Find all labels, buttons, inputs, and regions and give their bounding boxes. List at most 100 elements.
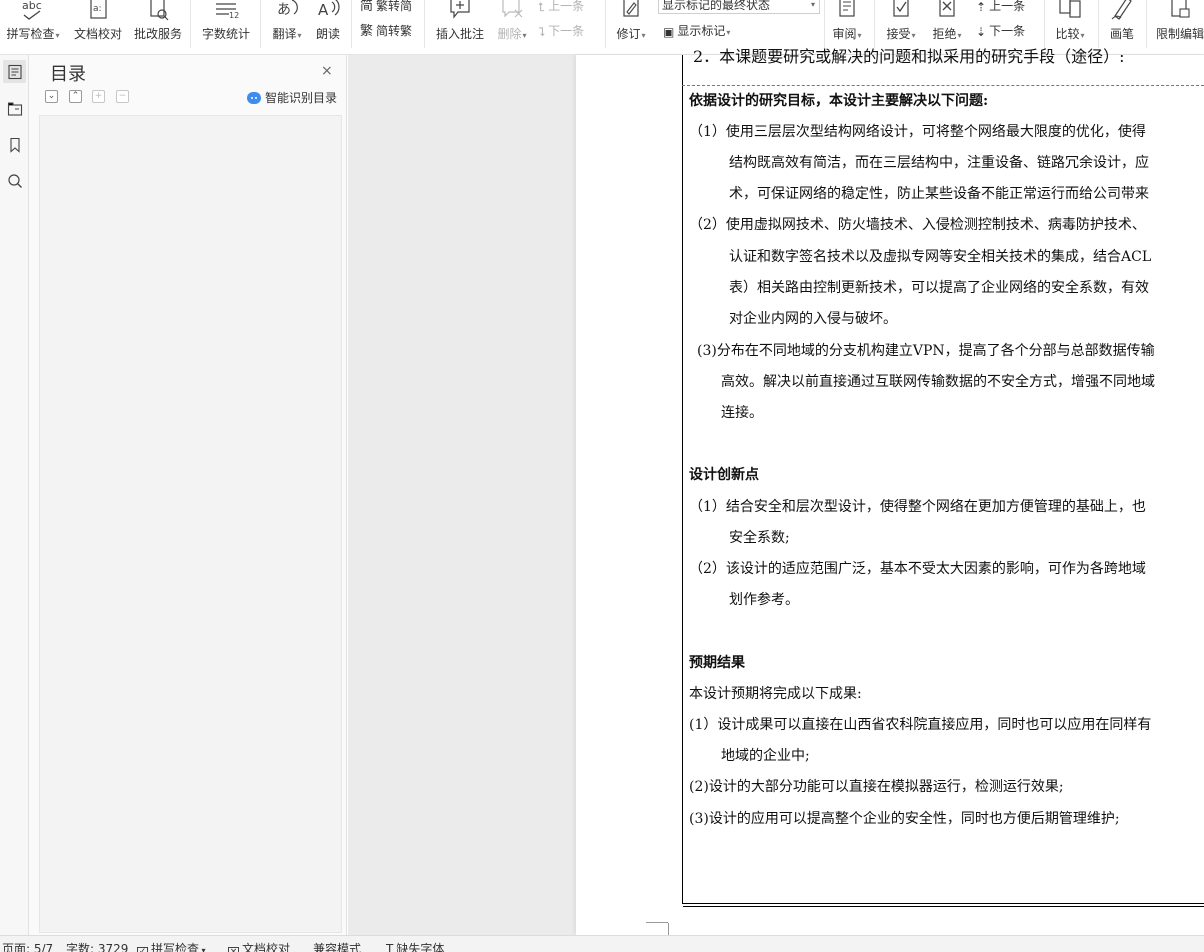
paragraph-line: 术，可保证网络的稳定性，防止某些设备不能正常运行而给公司带来	[729, 186, 1149, 202]
search-nav-button[interactable]	[3, 169, 26, 192]
revise-button[interactable]: 修订▾	[612, 0, 650, 42]
translate-button[interactable]: あ 翻译▾	[267, 0, 307, 42]
paragraph-line: 结构既高效有简洁，而在三层结构中，注重设备、链路冗余设计，应	[729, 155, 1149, 171]
page-corner-mark	[646, 922, 669, 935]
paragraph-line: 高效。解决以前直接通过互联网传输数据的不安全方式，增强不同地域	[721, 374, 1155, 390]
paragraph-line: 安全系数;	[729, 530, 790, 546]
subheading: 预期结果	[689, 655, 745, 671]
svg-text:12: 12	[229, 11, 239, 20]
chevron-down-icon: ▾	[810, 0, 815, 9]
pen-button[interactable]: 画笔	[1104, 0, 1140, 42]
trad-to-simp-button[interactable]: 简繁转简	[360, 0, 412, 15]
pen-icon	[1111, 0, 1132, 20]
toc-nav-button[interactable]	[3, 60, 26, 83]
paragraph-line: （1）使用三层层次型结构网络设计，可将整个网络最大限度的优化，使得	[689, 124, 1146, 140]
paragraph-line: (1）设计成果可以直接在山西省农科院直接应用，同时也可以应用在同样有	[689, 717, 1152, 733]
paragraph-line: 表）相关路由控制更新技术，可以提高了企业网络的安全系数，有效	[729, 280, 1149, 296]
close-icon[interactable]: ×	[321, 63, 333, 79]
section-heading: 2．本课题要研究或解决的问题和拟采用的研究手段（途径）:	[693, 47, 1125, 66]
markup-mode-select[interactable]: 显示标记的最终状态 ▾	[658, 0, 820, 14]
prev-comment-icon: ⮤	[538, 0, 546, 14]
delete-comment-button[interactable]: 删除▾	[492, 0, 532, 42]
navigation-rail	[0, 55, 29, 935]
reject-button[interactable]: 拒绝▾	[928, 0, 966, 42]
next-revision-icon: ⇣	[976, 24, 987, 39]
next-comment-icon: ⮧	[538, 24, 546, 39]
toc-panel: 目录 × ⌄ ⌃ + − 智能识别目录	[29, 55, 347, 935]
correction-service-button[interactable]: 批改服务	[131, 0, 185, 42]
read-aloud-icon: A	[318, 0, 340, 19]
paragraph-line: （2）该设计的适应范围广泛，基本不受太大因素的影响，可作为各跨地域	[689, 561, 1146, 577]
checkbox-icon: ✓	[137, 947, 148, 952]
paragraph-line: (3)分布在不同地域的分支机构建立VPN，提高了各个分部与总部数据传输	[697, 343, 1155, 359]
search-icon	[7, 173, 22, 188]
bookmark-icon	[9, 137, 20, 153]
collapse-all-button[interactable]: ⌃	[69, 90, 82, 103]
next-revision-button[interactable]: ⇣ 下一条	[976, 22, 1025, 40]
correction-service-icon	[150, 0, 169, 21]
missing-font-button[interactable]: T 缺失字体	[386, 940, 444, 952]
remove-heading-button[interactable]: −	[116, 90, 129, 103]
paragraph-line: 本设计预期将完成以下成果:	[689, 686, 862, 702]
font-icon: T	[386, 942, 394, 952]
lock-document-icon	[1171, 0, 1190, 18]
next-comment-button[interactable]: ⮧ 下一条	[538, 22, 584, 40]
svg-text:a:: a:	[93, 4, 102, 14]
status-spell-check[interactable]: ✓ 拼写检查 ▾	[137, 940, 206, 952]
review-icon	[839, 0, 855, 17]
simp-trad-icon: 繁	[360, 23, 374, 39]
compare-button[interactable]: 比较▾	[1050, 0, 1090, 42]
paragraph-line: 划作参考。	[729, 592, 799, 608]
restrict-edit-button[interactable]: 限制编辑	[1152, 0, 1204, 42]
status-bar: 页面: 5/7 字数: 3729 ✓ 拼写检查 ▾ × 文档校对 兼容模式 T 缺失字…	[0, 935, 1204, 952]
word-count-icon: 12	[216, 3, 239, 20]
chapter-nav-button[interactable]	[3, 97, 26, 120]
prev-comment-button[interactable]: ⮤ 上一条	[538, 0, 584, 15]
doc-proofread-button[interactable]: a: 文档校对	[72, 0, 124, 42]
subheading: 设计创新点	[689, 467, 759, 483]
paragraph-line: (3)设计的应用可以提高整个企业的安全性，同时也方便后期管理维护;	[689, 811, 1120, 827]
insert-comment-icon	[450, 0, 470, 19]
proofread-icon: ×	[228, 947, 239, 952]
prev-revision-button[interactable]: ⇡ 上一条	[976, 0, 1025, 15]
prev-revision-icon: ⇡	[976, 0, 987, 14]
toc-icon	[7, 64, 22, 79]
toc-title: 目录	[50, 64, 86, 85]
word-count-indicator[interactable]: 字数: 3729	[66, 940, 128, 952]
page-indicator[interactable]: 页面: 5/7	[2, 940, 53, 952]
smart-toc-icon	[247, 92, 261, 104]
spell-check-button[interactable]: abc 拼写检查▾	[4, 0, 62, 42]
paragraph-line: 连接。	[721, 405, 763, 421]
paragraph-line: 地域的企业中;	[721, 748, 810, 764]
bookmark-nav-button[interactable]	[3, 133, 26, 156]
simp-to-trad-button[interactable]: 繁简转繁	[360, 22, 412, 40]
paragraph-line: （1）结合安全和层次型设计，使得整个网络在更加方便管理的基础上，也	[689, 499, 1146, 515]
status-doc-proofread[interactable]: × 文档校对	[228, 940, 290, 952]
add-heading-button[interactable]: +	[92, 90, 105, 103]
compare-icon	[1059, 0, 1081, 18]
reject-icon	[939, 0, 955, 17]
track-changes-icon	[623, 0, 639, 17]
insert-comment-button[interactable]: 插入批注	[432, 0, 488, 42]
expand-all-button[interactable]: ⌄	[45, 90, 58, 103]
accept-button[interactable]: 接受▾	[882, 0, 920, 42]
paragraph-line: 认证和数字签名技术以及虚拟专网等安全相关技术的集成，结合ACL	[729, 249, 1152, 265]
svg-text:A: A	[318, 1, 329, 19]
delete-comment-icon	[502, 0, 523, 18]
spell-check-icon: abc	[22, 0, 42, 20]
word-count-button[interactable]: 12 字数统计	[199, 0, 253, 42]
show-markup-button[interactable]: ▣ 显示标记▾	[663, 22, 730, 40]
paragraph-line: （2）使用虚拟网技术、防火墙技术、入侵检测控制技术、病毒防护技术、	[689, 217, 1146, 233]
toc-list	[39, 115, 342, 933]
svg-text:abc: abc	[22, 0, 42, 12]
read-aloud-button[interactable]: A 朗读	[310, 0, 346, 42]
paragraph-line: (2)设计的大部分功能可以直接在模拟器运行，检测运行效果;	[689, 779, 1064, 795]
chapter-icon	[7, 102, 22, 116]
review-button[interactable]: 审阅▾	[828, 0, 866, 42]
show-markup-icon: ▣	[663, 24, 675, 39]
svg-text:あ: あ	[277, 2, 291, 18]
trad-simp-icon: 简	[360, 0, 374, 14]
smart-toc-button[interactable]: 智能识别目录	[247, 89, 337, 106]
paragraph-line: 对企业内网的入侵与破坏。	[729, 311, 897, 327]
document-workspace: 2．本课题要研究或解决的问题和拟采用的研究手段（途径）: 依据设计的研究目标，本…	[348, 47, 1204, 935]
